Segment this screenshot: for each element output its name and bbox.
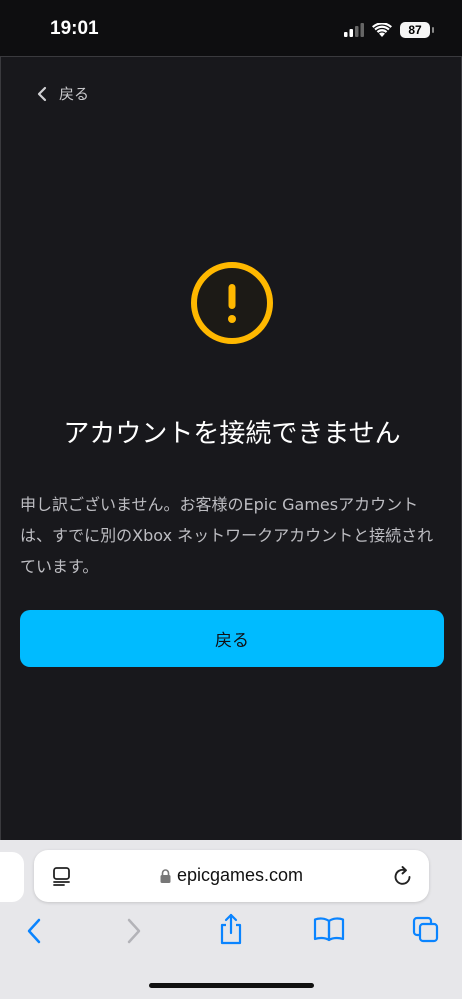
error-message: 申し訳ございません。お客様のEpic Gamesアカウントは、すでに別のXbox… bbox=[20, 495, 434, 576]
browser-chrome: epicgames.com bbox=[0, 840, 462, 999]
wifi-icon bbox=[372, 22, 392, 37]
battery-indicator: 87 bbox=[400, 22, 434, 38]
home-indicator bbox=[149, 983, 314, 988]
url-display[interactable]: epicgames.com bbox=[34, 865, 429, 888]
chevron-left-icon bbox=[37, 86, 47, 101]
lock-icon bbox=[160, 868, 171, 883]
previous-tab-preview[interactable] bbox=[0, 852, 24, 902]
warning-icon bbox=[191, 262, 273, 344]
cellular-signal-icon bbox=[344, 23, 364, 37]
status-icons: 87 bbox=[344, 20, 434, 40]
address-bar[interactable]: epicgames.com bbox=[34, 850, 429, 902]
back-arrow-icon[interactable] bbox=[26, 918, 42, 944]
status-time: 19:01 bbox=[50, 18, 99, 39]
back-button[interactable]: 戻る bbox=[20, 610, 444, 667]
back-link[interactable]: 戻る bbox=[37, 83, 89, 104]
url-text: epicgames.com bbox=[176, 865, 304, 885]
error-title: アカウントを接続できません bbox=[63, 419, 401, 449]
tabs-icon[interactable] bbox=[412, 916, 440, 944]
status-bar: 19:01 87 bbox=[0, 0, 462, 56]
page-content: 戻る アカウントを接続できません 申し訳ございません。お客様のEpic Game… bbox=[0, 56, 462, 840]
reload-icon[interactable] bbox=[393, 865, 413, 887]
bookmarks-icon[interactable] bbox=[313, 916, 345, 942]
share-icon[interactable] bbox=[217, 913, 245, 945]
forward-arrow-icon[interactable] bbox=[126, 918, 142, 944]
back-link-label: 戻る bbox=[59, 85, 90, 103]
browser-toolbar bbox=[0, 913, 462, 952]
